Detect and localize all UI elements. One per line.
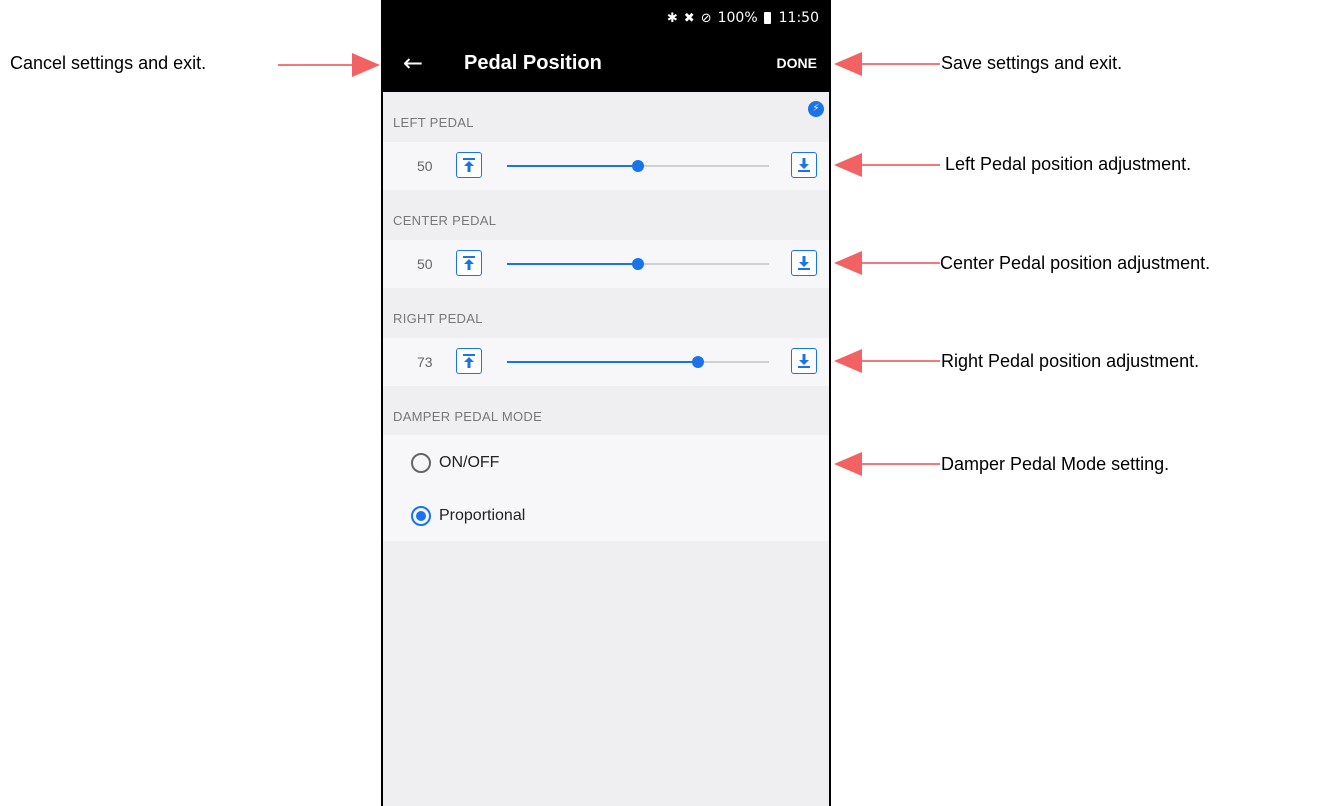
cancel-leader-line bbox=[278, 64, 352, 66]
left-pedal-slider-fill bbox=[507, 165, 638, 167]
left-pedal-slider[interactable] bbox=[507, 160, 769, 172]
center-pedal-up-button[interactable] bbox=[456, 250, 482, 276]
damper-leader-line bbox=[862, 463, 940, 465]
phone-screen: ✱ ✖ ⊘ 100% 11:50 ← Pedal Position DONE ⚡… bbox=[381, 0, 831, 806]
center-pedal-arrow-icon bbox=[834, 251, 862, 275]
damper-annotation: Damper Pedal Mode setting. bbox=[941, 454, 1170, 474]
left-pedal-arrow-icon bbox=[834, 153, 862, 177]
left-pedal-down-button[interactable] bbox=[791, 152, 817, 178]
arrow-to-top-icon bbox=[463, 256, 475, 270]
center-pedal-value: 50 bbox=[417, 256, 433, 272]
right-pedal-slider-thumb[interactable] bbox=[692, 356, 705, 368]
page-title: Pedal Position bbox=[464, 52, 602, 74]
done-button[interactable]: DONE bbox=[777, 55, 817, 71]
right-pedal-down-button[interactable] bbox=[791, 348, 817, 374]
radio-proportional-label: Proportional bbox=[439, 507, 526, 524]
battery-level: 100% bbox=[717, 10, 758, 26]
arrow-to-bottom-icon bbox=[798, 158, 810, 172]
right-pedal-annotation: Right Pedal position adjustment. bbox=[941, 351, 1200, 371]
center-pedal-slider-thumb[interactable] bbox=[632, 258, 644, 270]
left-pedal-leader-line bbox=[862, 164, 940, 166]
battery-icon bbox=[763, 12, 771, 24]
center-pedal-header: CENTER PEDAL bbox=[393, 213, 497, 228]
right-pedal-leader-line bbox=[862, 360, 940, 362]
center-pedal-slider-row: 50 bbox=[383, 240, 829, 288]
do-not-disturb-icon: ⊘ bbox=[700, 10, 712, 26]
arrow-to-top-icon bbox=[463, 354, 475, 368]
center-pedal-slider-fill bbox=[507, 263, 638, 265]
damper-mode-radio-group: ON/OFF Proportional bbox=[383, 435, 829, 541]
damper-mode-header: DAMPER PEDAL MODE bbox=[393, 409, 543, 424]
right-pedal-up-button[interactable] bbox=[456, 348, 482, 374]
clock: 11:50 bbox=[778, 10, 819, 26]
status-bar: ✱ ✖ ⊘ 100% 11:50 bbox=[383, 0, 829, 36]
cancel-annotation: Cancel settings and exit. bbox=[10, 53, 207, 73]
right-pedal-value: 73 bbox=[417, 354, 433, 370]
center-pedal-down-button[interactable] bbox=[791, 250, 817, 276]
radio-on-off[interactable]: ON/OFF bbox=[411, 449, 499, 477]
right-pedal-slider[interactable] bbox=[507, 356, 769, 368]
left-pedal-up-button[interactable] bbox=[456, 152, 482, 178]
save-leader-line bbox=[862, 63, 940, 65]
save-arrow-icon bbox=[834, 52, 862, 76]
radio-proportional[interactable]: Proportional bbox=[411, 502, 525, 530]
radio-checked-icon bbox=[411, 506, 431, 526]
cancel-arrow-icon bbox=[352, 53, 380, 77]
center-pedal-annotation: Center Pedal position adjustment. bbox=[940, 253, 1211, 273]
radio-unchecked-icon bbox=[411, 453, 431, 473]
app-bar: ← Pedal Position DONE bbox=[383, 36, 829, 92]
right-pedal-header: RIGHT PEDAL bbox=[393, 311, 483, 326]
vibrate-mute-icon: ✖ bbox=[683, 10, 695, 26]
bluetooth-icon: ✱ bbox=[666, 10, 678, 26]
save-annotation: Save settings and exit. bbox=[941, 53, 1123, 73]
right-pedal-slider-fill bbox=[507, 361, 699, 363]
center-pedal-slider[interactable] bbox=[507, 258, 769, 270]
left-pedal-slider-row: 50 bbox=[383, 142, 829, 190]
right-pedal-arrow-icon bbox=[834, 349, 862, 373]
left-pedal-header: LEFT PEDAL bbox=[393, 115, 474, 130]
center-pedal-leader-line bbox=[862, 262, 940, 264]
left-pedal-slider-thumb[interactable] bbox=[632, 160, 644, 172]
right-pedal-slider-row: 73 bbox=[383, 338, 829, 386]
arrow-to-top-icon bbox=[463, 158, 475, 172]
left-pedal-annotation: Left Pedal position adjustment. bbox=[945, 154, 1192, 174]
left-pedal-value: 50 bbox=[417, 158, 433, 174]
arrow-to-bottom-icon bbox=[798, 256, 810, 270]
damper-arrow-icon bbox=[834, 452, 862, 476]
radio-on-off-label: ON/OFF bbox=[439, 454, 500, 471]
arrow-to-bottom-icon bbox=[798, 354, 810, 368]
back-arrow-icon[interactable]: ← bbox=[403, 48, 423, 78]
